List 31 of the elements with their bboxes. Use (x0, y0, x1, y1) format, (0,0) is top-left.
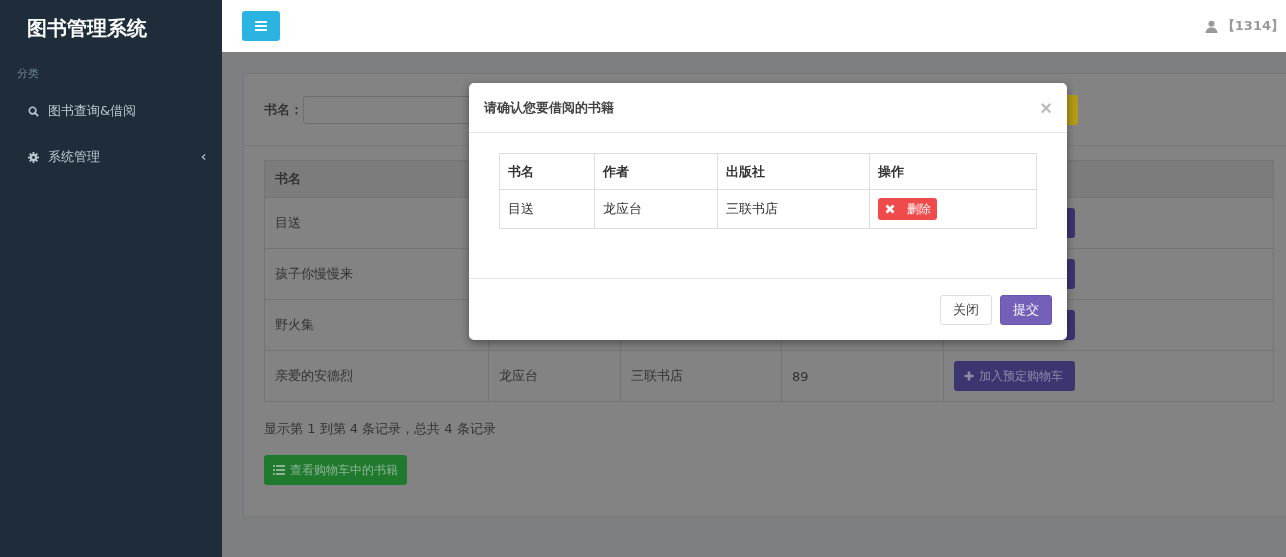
column-header: 操作 (869, 153, 1037, 190)
search-icon (28, 105, 39, 117)
table-cell: 89 (792, 368, 809, 384)
section-label: 分类 (16, 66, 40, 82)
menu-icon (255, 21, 267, 31)
table-cell: 龙应台 (499, 368, 538, 383)
sidebar-item[interactable]: 系统管理 (0, 134, 222, 180)
field-label: 书名： (264, 100, 303, 119)
settings-icon (28, 151, 39, 163)
table-cell: 目送 (499, 189, 595, 229)
list-icon (273, 465, 285, 475)
column-header: 作者 (594, 153, 718, 190)
plus-icon (964, 371, 974, 381)
sidebar-item[interactable]: 图书查询&借阅 (0, 88, 222, 134)
close-dialog-button[interactable]: 关闭 (940, 294, 992, 325)
chevron-icon (201, 153, 206, 161)
record-summary: 显示第 1 到第 4 条记录，总共 4 条记录 (264, 420, 497, 438)
user-icon (1204, 19, 1218, 33)
column-header: 书名 (499, 153, 595, 190)
table-cell: 三联书店 (717, 189, 870, 229)
table-cell: 龙应台 (594, 189, 718, 229)
user-name: 【1314】 (1221, 17, 1284, 35)
delete-button[interactable]: 删除 (878, 198, 937, 220)
close-icon (885, 204, 895, 214)
dialog-title: 请确认您要借阅的书籍 (484, 98, 614, 117)
app-title: 图书管理系统 (26, 15, 148, 42)
add-to-cart-button[interactable]: 加入预定购物车 (954, 361, 1075, 391)
submit-button[interactable]: 提交 (1000, 294, 1052, 325)
column-header: 出版社 (717, 153, 870, 190)
table-cell: 三联书店 (631, 368, 683, 383)
table-cell: 亲爱的安德烈 (264, 350, 489, 402)
